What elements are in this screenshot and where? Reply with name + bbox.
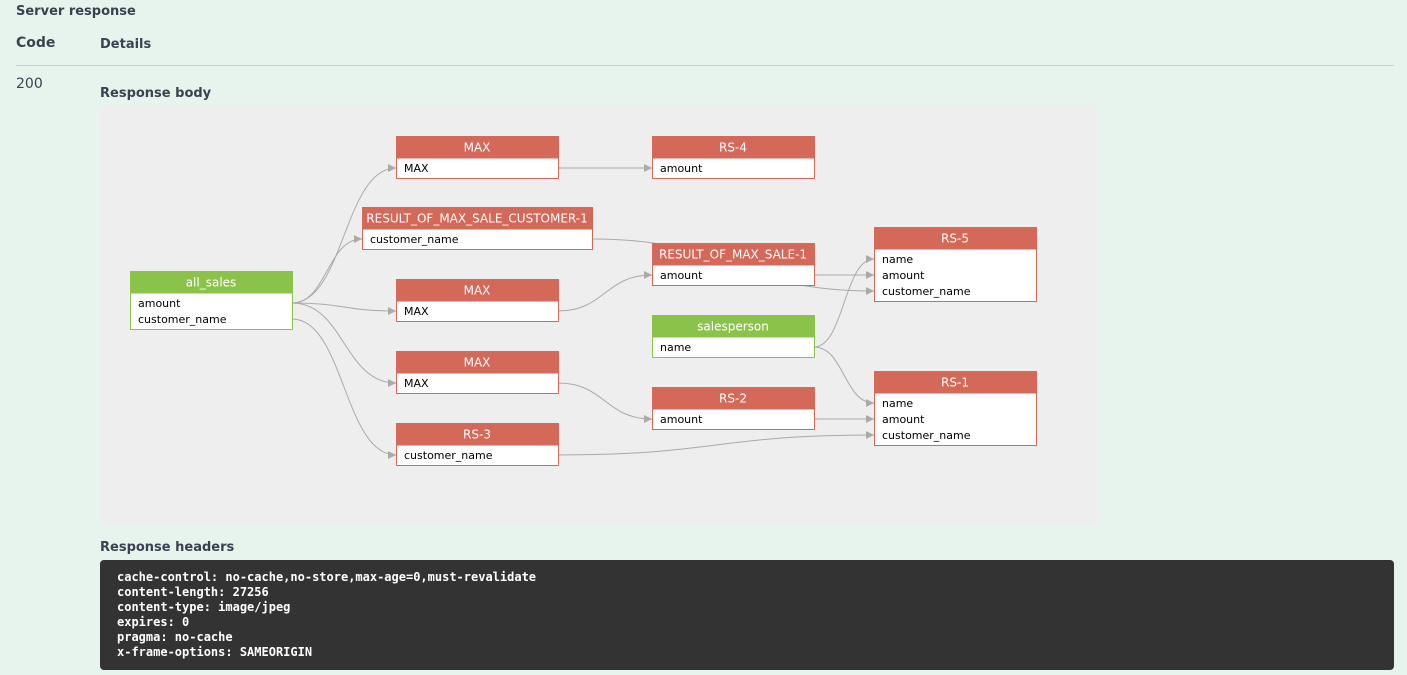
- node-field: customer_name: [138, 313, 227, 326]
- graph-node-rs4: RS-4 amount: [652, 136, 815, 179]
- node-field: amount: [138, 297, 181, 310]
- node-field: amount: [660, 413, 703, 426]
- node-field: amount: [660, 162, 703, 175]
- node-title: RS-3: [463, 428, 491, 442]
- lineage-edge: [813, 255, 875, 348]
- node-title: all_sales: [186, 276, 237, 290]
- lineage-edge: [557, 271, 653, 312]
- response-body-label: Response body: [100, 86, 212, 101]
- response-header-line: content-type: image/jpeg: [117, 600, 291, 614]
- node-field: customer_name: [882, 285, 971, 298]
- graph-node-result-sale: RESULT_OF_MAX_SALE-1amount: [652, 243, 815, 286]
- lineage-edge: [557, 431, 875, 456]
- node-field: customer_name: [404, 449, 493, 462]
- response-header-line: cache-control: no-cache,no-store,max-age…: [117, 570, 537, 584]
- graph-node-result-cust: RESULT_OF_MAX_SALE_CUSTOMER-1 customer_na…: [362, 207, 593, 250]
- node-field: name: [882, 253, 913, 266]
- node-field: MAX: [404, 305, 429, 318]
- details-column-header: Details: [100, 37, 152, 52]
- graph-node-all-sales: all_salesamount customer_name: [130, 271, 293, 330]
- graph-node-max-a: MAX MAX: [396, 136, 559, 179]
- node-field: name: [882, 397, 913, 410]
- node-field: customer_name: [370, 233, 459, 246]
- graph-node-max-c: MAX MAX: [396, 351, 559, 394]
- lineage-edge: [557, 382, 653, 423]
- node-field: name: [660, 341, 691, 354]
- graph-node-rs5: RS-5 name amount customer_name: [874, 227, 1037, 302]
- response-headers-text: cache-control: no-cache,no-store,max-age…: [100, 560, 1394, 670]
- node-title: salesperson: [697, 320, 769, 334]
- response-header-line: pragma: no-cache: [117, 630, 233, 644]
- node-title: MAX: [464, 284, 491, 298]
- node-title: RS-5: [941, 232, 969, 246]
- node-field: amount: [660, 269, 703, 282]
- server-response-title: Server response: [16, 4, 136, 19]
- node-title: RS-1: [941, 376, 969, 390]
- header-divider: [16, 65, 1394, 66]
- response-headers-label: Response headers: [100, 540, 235, 555]
- response-header-line: content-length: 27256: [117, 585, 269, 599]
- node-field: MAX: [404, 377, 429, 390]
- lineage-edge: [291, 302, 397, 387]
- node-title: MAX: [464, 356, 491, 370]
- lineage-graph: all_salesamountcustomer_nameMAXMAXRESULT…: [130, 136, 1037, 466]
- response-headers-block[interactable]: cache-control: no-cache,no-store,max-age…: [100, 560, 1394, 670]
- graph-node-max-b: MAX MAX: [396, 279, 559, 322]
- lineage-edge: [291, 302, 397, 315]
- graph-node-rs1: RS-1 name amount customer_name: [874, 371, 1037, 446]
- code-column-header: Code: [16, 35, 56, 51]
- node-field: amount: [882, 413, 925, 426]
- response-header-line: expires: 0: [117, 615, 190, 629]
- node-field: MAX: [404, 162, 429, 175]
- node-field: customer_name: [882, 429, 971, 442]
- node-field: amount: [882, 269, 925, 282]
- graph-node-rs2: RS-2 amount: [652, 387, 815, 430]
- node-title: MAX: [464, 141, 491, 155]
- node-title: RESULT_OF_MAX_SALE-1: [659, 248, 807, 262]
- lineage-edge: [291, 235, 363, 304]
- node-title: RESULT_OF_MAX_SALE_CUSTOMER-1: [366, 212, 587, 226]
- status-code: 200: [16, 76, 43, 92]
- lineage-edge: [291, 318, 397, 459]
- node-title: RS-2: [719, 392, 747, 406]
- node-title: RS-4: [719, 141, 747, 155]
- response-header-line: x-frame-options: SAMEORIGIN: [117, 645, 313, 659]
- lineage-edge: [813, 346, 875, 407]
- graph-node-rs3: RS-3 customer_name: [396, 423, 559, 466]
- graph-node-salesperson: salesperson name: [652, 315, 815, 358]
- response-body-image: all_sales amount customer_name MAX MAX RESULT…: [100, 106, 1097, 525]
